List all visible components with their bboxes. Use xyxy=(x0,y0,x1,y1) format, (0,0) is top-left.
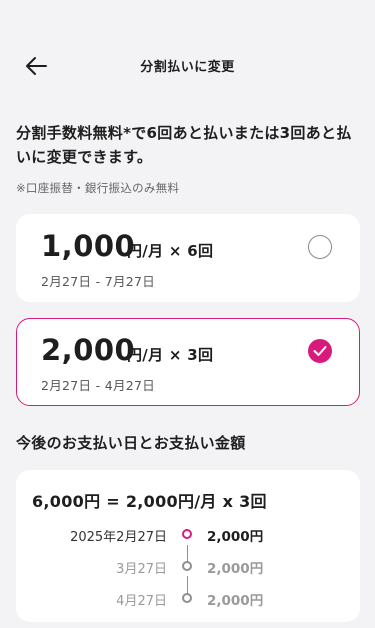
page-title: 分割払いに変更 xyxy=(140,60,235,75)
intro-text: 分割手数料無料*で6回あと払いまたは3回あと払いに変更できます。 xyxy=(16,124,352,166)
timeline-dot-icon xyxy=(182,593,192,603)
schedule-row: 4月27日 2,000円 xyxy=(16,588,360,609)
payment-amount: 2,000円 xyxy=(207,593,264,609)
plan-option-6-payments[interactable]: 1,000 円/月 × 6回 2月27日 - 7月27日 xyxy=(16,214,360,302)
radio-checked-icon[interactable] xyxy=(308,339,332,363)
payment-amount: 2,000円 xyxy=(207,529,264,545)
payment-amount: 2,000円 xyxy=(207,561,264,577)
payment-date: 2025年2月27日 xyxy=(70,530,167,545)
schedule-row: 3月27日 2,000円 xyxy=(16,556,360,577)
schedule-card: 6,000円 = 2,000円/月 x 3回 2025年2月27日 2,000円… xyxy=(16,470,360,622)
payment-date: 3月27日 xyxy=(116,562,167,577)
plan-unit: 円/月 × 3回 xyxy=(127,346,214,364)
schedule-section-title: 今後のお支払い日とお支払い金額 xyxy=(16,434,246,452)
plan-amount: 1,000 xyxy=(41,229,136,263)
header: 分割払いに変更 xyxy=(0,0,375,118)
fee-note: ※口座振替・銀行振込のみ無料 xyxy=(16,181,180,195)
timeline-dot-icon xyxy=(182,561,192,571)
plan-dates: 2月27日 - 4月27日 xyxy=(41,378,156,393)
plan-amount: 2,000 xyxy=(41,333,136,367)
plan-unit: 円/月 × 6回 xyxy=(127,242,214,260)
plan-dates: 2月27日 - 7月27日 xyxy=(41,274,156,289)
schedule-summary: 6,000円 = 2,000円/月 x 3回 xyxy=(32,492,267,511)
schedule-row: 2025年2月27日 2,000円 xyxy=(16,524,360,545)
radio-unchecked-icon[interactable] xyxy=(308,235,332,259)
payment-date: 4月27日 xyxy=(116,594,167,609)
timeline-dot-icon xyxy=(182,529,192,539)
checkmark-icon xyxy=(313,346,327,356)
plan-option-3-payments[interactable]: 2,000 円/月 × 3回 2月27日 - 4月27日 xyxy=(16,318,360,406)
